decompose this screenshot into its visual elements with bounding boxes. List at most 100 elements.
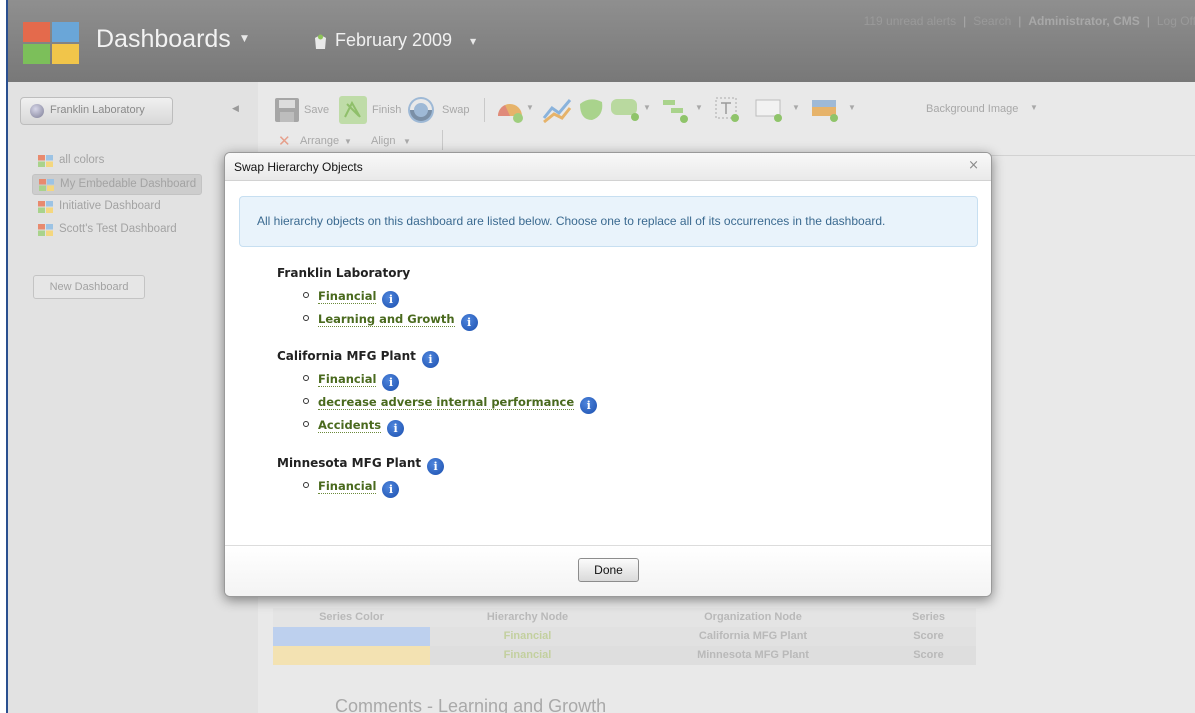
bullet-icon <box>303 421 309 427</box>
series-color-swatch <box>273 646 430 665</box>
flow-caret-icon[interactable]: ▼ <box>695 103 703 112</box>
column-header: Series Color <box>319 611 384 623</box>
table-cell: California MFG Plant <box>698 630 808 642</box>
swap-icon[interactable] <box>406 95 436 125</box>
swap-button[interactable]: Swap <box>442 104 470 116</box>
info-icon[interactable]: i <box>460 314 478 331</box>
comment-widget-icon[interactable] <box>610 98 640 122</box>
column-header: Series <box>911 611 946 623</box>
user-link[interactable]: Administrator, CMS <box>1028 14 1139 28</box>
bullet-icon <box>303 482 309 488</box>
column-header: Organization Node <box>704 611 802 623</box>
image-caret-icon[interactable]: ▼ <box>848 103 856 112</box>
gauge-widget-icon[interactable] <box>496 96 524 124</box>
list-item: Accidents i <box>303 418 405 437</box>
align-menu[interactable]: Align <box>371 135 395 147</box>
line-chart-widget-icon[interactable] <box>542 96 572 124</box>
period-selector[interactable]: February 2009 <box>335 30 452 51</box>
hierarchy-link-decrease-adverse-internal-performance[interactable]: decrease adverse internal performance <box>318 395 575 410</box>
dashboard-icon <box>38 201 53 213</box>
scope-selector-button[interactable]: Franklin Laboratory <box>20 97 173 125</box>
hierarchy-link-accidents[interactable]: Accidents <box>318 418 382 433</box>
top-header: Dashboards ▼ February 2009 ▼ 119 unread … <box>0 0 1195 82</box>
info-icon[interactable]: i <box>421 351 439 368</box>
sidebar-item-my-embedable-dashboard[interactable]: My Embedable Dashboard <box>32 174 202 195</box>
gauge-caret-icon[interactable]: ▼ <box>526 103 534 112</box>
dashboard-icon <box>39 179 54 191</box>
group-title-label: Minnesota MFG Plant <box>277 456 422 470</box>
period-caret-icon[interactable]: ▼ <box>470 37 476 46</box>
dialog-footer: Done <box>225 545 991 596</box>
comment-caret-icon[interactable]: ▼ <box>643 103 651 112</box>
search-link[interactable]: Search <box>973 14 1011 28</box>
dashboard-icon <box>38 224 53 236</box>
unread-alerts-link[interactable]: 119 unread alerts <box>864 14 957 28</box>
background-image-menu[interactable]: Background Image <box>926 103 1018 115</box>
group-title-california-mfg-plant: California MFG Plant i <box>277 349 439 368</box>
box-widget-icon[interactable] <box>754 96 788 124</box>
info-icon[interactable]: i <box>382 374 400 391</box>
dialog-title: Swap Hierarchy Objects <box>234 160 363 174</box>
list-item: decrease adverse internal performance i <box>303 395 598 414</box>
toolbar-separator <box>484 98 485 122</box>
editor-toolbar: Save Finish Swap ▼ ▼ ▼ ▼ ▼ Background Im… <box>270 88 1195 150</box>
new-dashboard-button[interactable]: New Dashboard <box>33 275 145 299</box>
align-caret-icon[interactable]: ▼ <box>403 137 411 146</box>
arrange-menu[interactable]: Arrange <box>300 135 339 147</box>
image-widget-icon[interactable] <box>810 96 844 124</box>
bullet-icon <box>303 292 309 298</box>
hierarchy-link-financial[interactable]: Financial <box>318 479 377 494</box>
app-title[interactable]: Dashboards <box>96 25 231 54</box>
app-menu-caret-icon[interactable]: ▼ <box>241 34 248 44</box>
sidebar-item-scotts-test-dashboard[interactable]: Scott's Test Dashboard <box>32 220 202 241</box>
save-icon[interactable] <box>274 97 300 123</box>
scope-label: Franklin Laboratory <box>50 104 145 116</box>
close-icon[interactable]: × <box>968 158 979 173</box>
info-icon[interactable]: i <box>387 420 405 437</box>
sidebar-item-label: My Embedable Dashboard <box>60 178 197 190</box>
list-item: Financial i <box>303 479 400 498</box>
hierarchy-link-financial[interactable]: Financial <box>318 289 377 304</box>
map-widget-icon[interactable] <box>576 96 606 124</box>
info-message: All hierarchy objects on this dashboard … <box>239 196 978 247</box>
hierarchy-link-financial[interactable]: Financial <box>318 372 377 387</box>
finish-button[interactable]: Finish <box>372 104 401 116</box>
swap-hierarchy-dialog: Swap Hierarchy Objects × All hierarchy o… <box>224 152 992 597</box>
collapse-sidebar-icon[interactable]: ◀ <box>232 104 239 114</box>
info-icon[interactable]: i <box>382 291 400 308</box>
table-cell: Minnesota MFG Plant <box>697 649 809 661</box>
info-icon[interactable]: i <box>382 481 400 498</box>
dialog-header: Swap Hierarchy Objects × <box>225 153 991 181</box>
logoff-link[interactable]: Log Off <box>1157 14 1195 28</box>
group-title-label: California MFG Plant <box>277 349 416 363</box>
sidebar-item-label: all colors <box>59 154 105 166</box>
sidebar-item-label: Scott's Test Dashboard <box>59 223 177 235</box>
dashboards-logo-icon <box>23 22 79 64</box>
table-cell: Financial <box>503 630 552 642</box>
top-links: 119 unread alerts | Search | Administrator, … <box>768 14 1195 28</box>
hierarchy-link-learning-and-growth[interactable]: Learning and Growth <box>318 312 455 327</box>
done-button[interactable]: Done <box>578 558 639 582</box>
sidebar-item-all-colors[interactable]: all colors <box>32 151 202 172</box>
bullet-icon <box>303 398 309 404</box>
bullet-icon <box>303 315 309 321</box>
background-image-caret-icon[interactable]: ▼ <box>1030 103 1038 112</box>
list-item: Learning and Growth i <box>303 312 478 331</box>
delete-icon[interactable]: ✕ <box>278 132 291 150</box>
save-button[interactable]: Save <box>304 104 329 116</box>
info-icon[interactable]: i <box>427 458 445 475</box>
flow-widget-icon[interactable] <box>662 98 692 124</box>
sidebar-item-initiative-dashboard[interactable]: Initiative Dashboard <box>32 197 202 218</box>
info-icon[interactable]: i <box>580 397 598 414</box>
bullet-icon <box>303 375 309 381</box>
group-title-minnesota-mfg-plant: Minnesota MFG Plant i <box>277 456 445 475</box>
text-widget-icon[interactable] <box>712 96 742 124</box>
finish-icon[interactable] <box>338 95 368 125</box>
box-caret-icon[interactable]: ▼ <box>792 103 800 112</box>
scope-globe-icon <box>30 104 44 118</box>
link-separator: | <box>1146 14 1150 28</box>
table-row: Financial Minnesota MFG Plant Score <box>273 646 976 665</box>
calendar-icon[interactable] <box>313 34 328 50</box>
group-title-label: Franklin Laboratory <box>277 266 411 280</box>
arrange-caret-icon[interactable]: ▼ <box>344 137 352 146</box>
